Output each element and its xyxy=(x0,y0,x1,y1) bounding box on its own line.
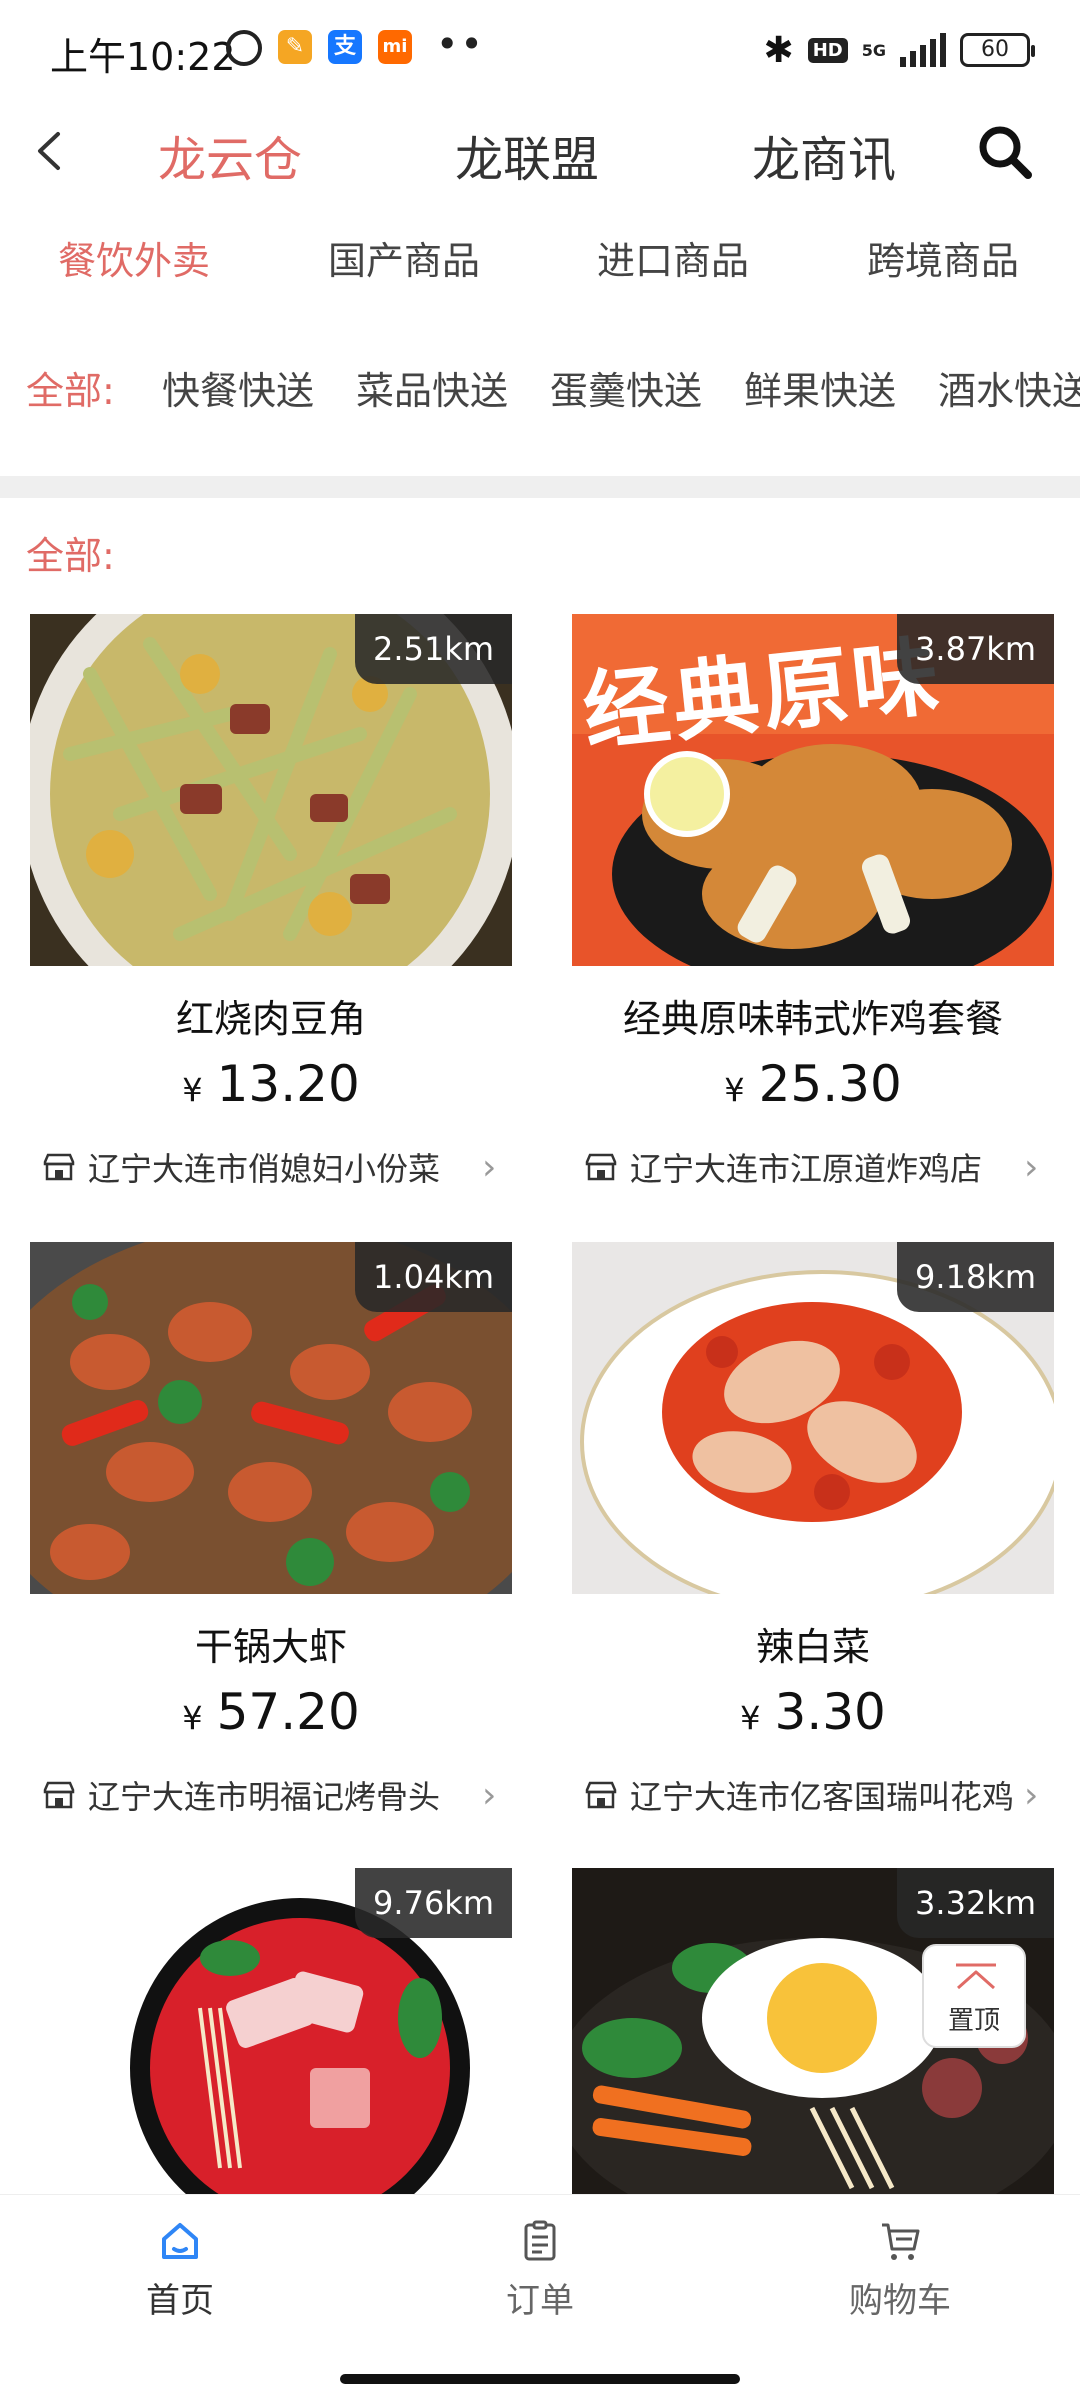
store-icon xyxy=(585,1781,617,1809)
store-icon xyxy=(585,1153,617,1181)
status-time: 上午10:22 xyxy=(50,35,236,79)
bottom-nav: 首页 订单 购物车 xyxy=(0,2194,1080,2400)
subcategory-item[interactable]: 快餐快送 xyxy=(162,360,314,415)
product-price: ¥57.20 xyxy=(182,1683,360,1741)
chevron-right-icon: › xyxy=(482,1146,497,1188)
product-card[interactable]: 9.18km 辣白菜 ¥3.30 辽宁大连市亿客国瑞叫花鸡 › xyxy=(572,1242,1054,1821)
alarm-icon xyxy=(226,30,262,66)
distance-badge: 9.18km xyxy=(897,1242,1054,1312)
scroll-top-button[interactable]: 置顶 xyxy=(922,1944,1026,2048)
product-image[interactable]: 1.04km xyxy=(30,1242,512,1594)
home-icon xyxy=(162,2223,198,2259)
shop-name: 辽宁大连市江原道炸鸡店 xyxy=(630,1150,983,1188)
product-price: ¥13.20 xyxy=(182,1055,360,1113)
distance-badge: 3.32km xyxy=(897,1868,1054,1938)
distance-badge: 3.87km xyxy=(897,614,1054,684)
shop-name: 辽宁大连市俏媳妇小份菜 xyxy=(88,1150,441,1188)
chevron-right-icon: › xyxy=(482,1774,497,1816)
nav-orders[interactable]: 订单 xyxy=(440,2219,640,2322)
home-indicator[interactable] xyxy=(340,2374,740,2384)
subcategory-item[interactable]: 菜品快送 xyxy=(356,360,508,415)
store-icon xyxy=(43,1781,75,1809)
product-price: ¥3.30 xyxy=(740,1683,886,1741)
category-imported[interactable]: 进口商品 xyxy=(597,230,749,285)
product-name[interactable]: 经典原味韩式炸鸡套餐 xyxy=(572,988,1054,1043)
search-icon[interactable] xyxy=(975,122,1035,182)
nav-cart[interactable]: 购物车 xyxy=(800,2219,1000,2322)
subcategory-item[interactable]: 酒水快送 xyxy=(938,360,1080,415)
product-name[interactable]: 红烧肉豆角 xyxy=(30,988,512,1043)
store-icon xyxy=(43,1153,75,1181)
product-card[interactable]: 2.51km 红烧肉豆角 ¥13.20 辽宁大连市俏媳妇小份菜 › xyxy=(30,614,512,1193)
battery-level: 60 xyxy=(981,37,1009,62)
category-domestic[interactable]: 国产商品 xyxy=(328,230,480,285)
product-card[interactable]: 1.04km 干锅大虾 ¥57.20 辽宁大连市明福记烤骨头 › xyxy=(30,1242,512,1821)
shop-link[interactable]: 辽宁大连市亿客国瑞叫花鸡 › xyxy=(572,1769,1054,1821)
bluetooth-icon: ✱ xyxy=(763,29,794,71)
tab-longyuncang[interactable]: 龙云仓 xyxy=(158,120,302,190)
subcategory-item[interactable]: 鲜果快送 xyxy=(744,360,896,415)
chevron-right-icon: › xyxy=(1024,1146,1039,1188)
nav-cart-label: 购物车 xyxy=(849,2281,951,2321)
shop-link[interactable]: 辽宁大连市明福记烤骨头 › xyxy=(30,1769,512,1821)
tab-longlianmeng[interactable]: 龙联盟 xyxy=(455,120,599,190)
signal-icon xyxy=(900,33,946,67)
product-image[interactable]: 经典原味 3.87km xyxy=(572,614,1054,966)
section-divider xyxy=(0,476,1080,498)
subcategory-tabs: 全部: 快餐快送 菜品快送 蛋羹快送 鲜果快送 酒水快送 xyxy=(0,360,1080,430)
notes-icon: ✎ xyxy=(278,30,312,64)
tab-longshangxun[interactable]: 龙商讯 xyxy=(752,120,896,190)
chevron-right-icon: › xyxy=(1024,1774,1039,1816)
network-type: 5G xyxy=(861,40,886,60)
distance-badge: 9.76km xyxy=(355,1868,512,1938)
shop-name: 辽宁大连市亿客国瑞叫花鸡 xyxy=(630,1778,1015,1816)
section-label: 全部: xyxy=(26,534,115,578)
product-price: ¥25.30 xyxy=(724,1055,902,1113)
battery-icon: 60 xyxy=(960,33,1035,67)
cart-icon xyxy=(882,2223,920,2260)
shop-name: 辽宁大连市明福记烤骨头 xyxy=(88,1778,441,1816)
product-image[interactable]: 9.76km xyxy=(30,1868,512,2194)
product-image[interactable]: 9.18km xyxy=(572,1242,1054,1594)
status-right: ✱ HD 5G 60 xyxy=(763,28,1035,72)
subcategory-item[interactable]: 蛋羹快送 xyxy=(550,360,702,415)
category-tabs: 餐饮外卖 国产商品 进口商品 跨境商品 xyxy=(0,230,1080,300)
product-name[interactable]: 辣白菜 xyxy=(572,1616,1054,1671)
product-card[interactable]: 9.76km xyxy=(30,1868,512,2194)
category-catering[interactable]: 餐饮外卖 xyxy=(58,230,210,285)
hd-icon: HD xyxy=(807,37,848,63)
nav-home[interactable]: 首页 xyxy=(80,2219,280,2322)
scroll-top-label: 置顶 xyxy=(947,2006,1000,2036)
mi-icon: mi xyxy=(378,30,412,64)
top-nav: 龙云仓 龙联盟 龙商讯 xyxy=(0,100,1080,200)
more-notifications-icon: •• xyxy=(436,22,485,66)
arrow-up-icon xyxy=(956,1963,996,1990)
status-bar: 上午10:22 ✎ 支 mi •• ✱ HD 5G 60 xyxy=(0,0,1080,100)
category-crossborder[interactable]: 跨境商品 xyxy=(867,230,1019,285)
shop-link[interactable]: 辽宁大连市江原道炸鸡店 › xyxy=(572,1141,1054,1193)
product-card[interactable]: 经典原味 3.87km 经典原味韩式炸鸡套餐 ¥25.30 辽宁大连市江原道炸鸡… xyxy=(572,614,1054,1193)
back-icon[interactable] xyxy=(28,128,74,174)
distance-badge: 1.04km xyxy=(355,1242,512,1312)
order-icon xyxy=(524,2220,556,2261)
product-image[interactable]: 2.51km xyxy=(30,614,512,966)
nav-home-label: 首页 xyxy=(146,2281,214,2321)
alipay-icon: 支 xyxy=(328,30,362,64)
nav-orders-label: 订单 xyxy=(506,2281,574,2321)
shop-link[interactable]: 辽宁大连市俏媳妇小份菜 › xyxy=(30,1141,512,1193)
subcategory-all-label[interactable]: 全部: xyxy=(26,360,115,415)
distance-badge: 2.51km xyxy=(355,614,512,684)
product-name[interactable]: 干锅大虾 xyxy=(30,1616,512,1671)
